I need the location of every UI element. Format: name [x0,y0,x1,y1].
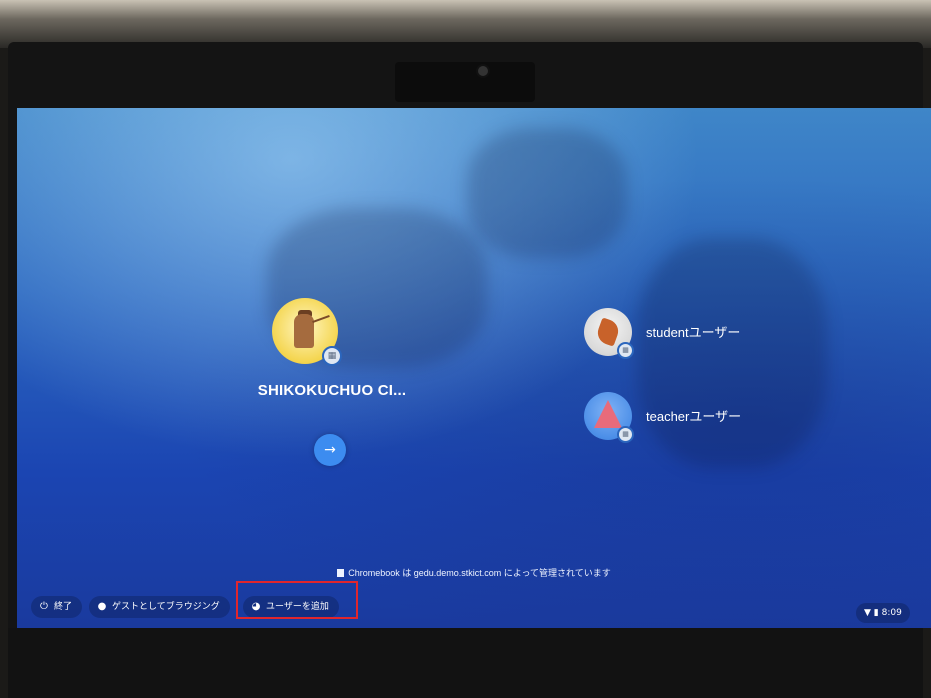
browse-as-guest-button[interactable]: ● ゲストとしてブラウジング [89,596,230,618]
highlight-box [236,581,358,619]
battery-icon: ▮ [873,608,879,618]
guest-icon: ● [97,601,107,612]
enterprise-badge-icon: ▦ [617,342,634,359]
photo-background [0,0,931,48]
camera-housing [395,62,535,102]
clock: 8:09 [881,608,902,618]
login-shelf: ⏻ 終了 ● ゲストとしてブラウジング ◕ ユーザーを追加 ▼ ▮ 8:09 [17,594,931,628]
user-name: SHIKOKUCHUO CI... [257,382,407,399]
webcam-icon [476,64,490,78]
avatar-art [294,314,314,348]
building-icon [337,569,345,577]
enterprise-badge-icon: ▦ [322,346,342,366]
wifi-icon: ▼ [864,608,871,618]
notice-text: Chromebook は gedu.demo.stkict.com によって管理… [348,568,611,578]
user-name[interactable]: studentユーザー [646,322,740,341]
shutdown-label: 終了 [54,602,73,612]
guest-label: ゲストとしてブラウジング [112,602,220,612]
user-name[interactable]: teacherユーザー [646,406,741,425]
enterprise-notice: Chromebook は gedu.demo.stkict.com によって管理… [17,566,931,579]
enterprise-badge-icon: ▦ [617,426,634,443]
submit-arrow-button[interactable]: → [314,434,346,466]
shutdown-button[interactable]: ⏻ 終了 [31,596,83,618]
screen-reflection [467,128,627,258]
avatar-art [312,314,330,324]
power-icon: ⏻ [40,601,48,612]
screen-reflection [637,238,827,468]
laptop-bezel-bottom [8,628,923,698]
status-tray[interactable]: ▼ ▮ 8:09 [856,603,910,623]
avatar-art [594,317,622,347]
login-screen: ▦ SHIKOKUCHUO CI... → ▦ studentユーザー ▦ te… [17,108,931,628]
avatar-art [594,400,622,428]
